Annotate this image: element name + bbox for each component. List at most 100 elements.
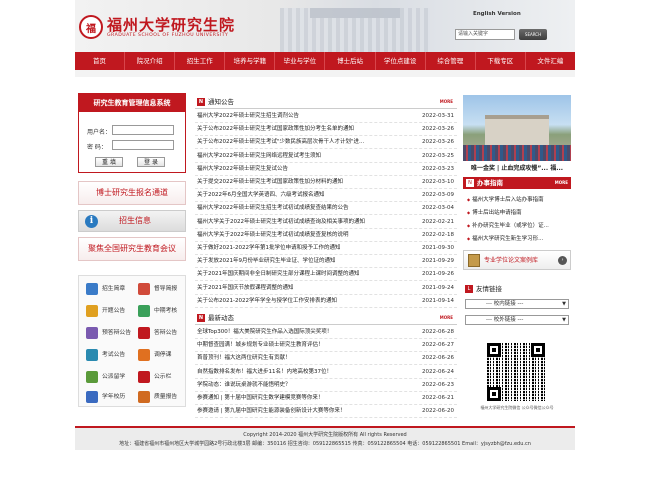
news-date: 2022-06-23 — [422, 381, 454, 388]
news-row[interactable]: 全球Top300！福大美院研究生作品入选国际顶尖奖项！ 2022-06-28 — [195, 326, 457, 339]
quick-link-quality-report[interactable]: 质量报告 — [134, 388, 184, 406]
featured-photo-caption[interactable]: 唯一金奖 | 止血完成攻慢”... 福... — [463, 163, 571, 172]
news-title[interactable]: 自然指数排名发布！福大进步11名！内地高校第37位！ — [197, 366, 409, 379]
notice-row[interactable]: 关于做好2021-2022学年第1批学位申请和授予工作的通知 2021-09-30 — [195, 242, 457, 255]
quick-link-public-notice[interactable]: 公示栏 — [134, 368, 184, 386]
notice-title[interactable]: 福州大学2022年硕士研究生复试公告 — [197, 163, 409, 176]
nav-item-discipline[interactable]: 学位点建设 — [376, 52, 426, 70]
quick-link-defense[interactable]: 答辩公告 — [134, 324, 184, 342]
external-links-select[interactable]: --- 校外链接 --- ▼ — [465, 315, 569, 325]
office-guide-item[interactable]: 博士后出站申请指南 — [467, 206, 569, 219]
site-logo-title[interactable]: 福州大学研究生院 — [107, 14, 235, 35]
notice-row[interactable]: 福州大学2022年硕士研究生招生考试初试成绩复查结果的公告 2022-03-04 — [195, 202, 457, 216]
quick-link-proposal[interactable]: 开题公告 — [82, 302, 132, 320]
nav-item-download[interactable]: 下载专区 — [476, 52, 526, 70]
notice-row[interactable]: 福州大学2022年硕士研究生网络远程复试考生须知 2022-03-25 — [195, 150, 457, 163]
internal-links-select[interactable]: --- 校内链接 --- ▼ — [465, 299, 569, 309]
username-field[interactable] — [112, 125, 174, 135]
quick-link-supervision-report[interactable]: 督导简报 — [134, 280, 184, 298]
notice-date: 2022-03-26 — [422, 126, 454, 133]
nav-item-management[interactable]: 综合管理 — [426, 52, 476, 70]
notice-title[interactable]: 关于做好2021-2022学年第1批学位申请和授予工作的通知 — [197, 242, 409, 255]
notice-row[interactable]: 福州大学关于2022年硕士研究生考试初试成绩复查复核的说明 2022-02-18 — [195, 229, 457, 242]
password-field[interactable] — [112, 140, 174, 150]
notice-row[interactable]: 福州大学关于2022年硕士研究生考试初试成绩查询及相关事项的通知 2022-02-… — [195, 216, 457, 229]
news-row[interactable]: 学院动态：谁说玩桌游就不能悟明史？ 2022-06-23 — [195, 379, 457, 392]
chart-icon — [138, 391, 150, 403]
quick-link-pre-defense[interactable]: 预答辩公告 — [82, 324, 132, 342]
quick-link-exam[interactable]: 考试公告 — [82, 346, 132, 364]
notice-title[interactable]: 福州大学2022年硕士研究生招生调剂公告 — [197, 110, 409, 123]
news-row[interactable]: 中期督查园满！城乡规划专业硕士研究生教育评估！ 2022-06-27 — [195, 339, 457, 353]
office-guide-item[interactable]: 福州大学研究生新生学习形... — [467, 232, 569, 245]
university-seal-icon[interactable]: 福 — [79, 15, 103, 39]
nav-item-postdoc[interactable]: 博士后站 — [325, 52, 376, 70]
chevron-down-icon: ▼ — [562, 301, 566, 307]
featured-photo[interactable] — [463, 95, 571, 161]
news-row[interactable]: 自然指数排名发布！福大进步11名！内地高校第37位！ 2022-06-24 — [195, 366, 457, 379]
notices-more-link[interactable]: MORE — [440, 95, 453, 109]
notice-title[interactable]: 关于提交2022年硕士研究生考试国家政策性加分材料的通知 — [197, 176, 409, 189]
search-input[interactable]: 请输入关键字 — [455, 29, 515, 40]
info-icon: i — [85, 215, 98, 228]
quick-link-study-abroad[interactable]: 公派留学 — [82, 368, 132, 386]
quick-link-class-change[interactable]: 调停课 — [134, 346, 184, 364]
notice-row[interactable]: 关于公布2021-2022学年学全与授学位工作安排表的通知 2021-09-14 — [195, 295, 457, 308]
quick-link-admission-brochure[interactable]: 招生简章 — [82, 280, 132, 298]
office-guide-item[interactable]: 福州大学博士后入站办事指南 — [467, 193, 569, 206]
news-title[interactable]: 中期督查园满！城乡规划专业硕士研究生教育评估！ — [197, 339, 409, 352]
news-row[interactable]: 参赛邀请 | 第九届中国研究生能源装备创新设计大赛等你来！ 2022-06-20 — [195, 405, 457, 419]
news-row[interactable]: 首普顶刊！福大这两位研究生有贡献！ 2022-06-26 — [195, 352, 457, 366]
case-database-banner[interactable]: 专业学位论文案例库 › — [463, 250, 571, 270]
conference-banner[interactable]: 聚焦全国研究生教育会议 — [78, 237, 186, 261]
notice-title[interactable]: 关于公布2022年硕士研究生考试国家政策性加分考生名单的通知 — [197, 123, 409, 136]
news-title[interactable]: 学院动态：谁说玩桌游就不能悟明史？ — [197, 379, 409, 392]
notice-title[interactable]: 关于公布2021-2022学年学全与授学位工作安排表的通知 — [197, 295, 409, 308]
office-guide-more-link[interactable]: MORE — [555, 177, 568, 189]
notice-title[interactable]: 福州大学关于2022年硕士研究生考试初试成绩复查复核的说明 — [197, 229, 409, 242]
notice-title[interactable]: 福州大学关于2022年硕士研究生考试初试成绩查询及相关事项的通知 — [197, 216, 409, 229]
notice-row[interactable]: 关于发放2021年9月份毕业研究生毕业证、学位证的通知 2021-09-29 — [195, 255, 457, 269]
news-more-link[interactable]: MORE — [440, 311, 453, 325]
reset-button[interactable]: 重 填 — [95, 157, 123, 167]
news-date: 2022-06-28 — [422, 329, 454, 335]
quick-link-midterm[interactable]: 中期考核 — [134, 302, 184, 320]
notice-row[interactable]: 关于公布2022年硕士研究生考试国家政策性加分考生名单的通知 2022-03-26 — [195, 123, 457, 137]
notice-row[interactable]: 关于2022年6月全国大学英语四、六级考试报名通知 2022-03-09 — [195, 189, 457, 203]
notice-title[interactable]: 福州大学2022年硕士研究生招生考试初试成绩复查结果的公告 — [197, 202, 409, 215]
nav-item-admission[interactable]: 招生工作 — [175, 52, 226, 70]
office-guide-item[interactable]: 补办研究生毕业（或学位）证... — [467, 219, 569, 232]
notice-title[interactable]: 关于公布2022年硕士研究生考试"少数民族高层次骨干人才计划"进... — [197, 136, 409, 149]
notice-row[interactable]: 关于2021年国庆节放假课程调整的通知 2021-09-24 — [195, 282, 457, 295]
notice-date: 2022-03-09 — [422, 192, 454, 199]
notice-row[interactable]: 福州大学2022年硕士研究生招生调剂公告 2022-03-31 — [195, 110, 457, 123]
nav-item-degree[interactable]: 毕业与学位 — [275, 52, 326, 70]
news-title[interactable]: 全球Top300！福大美院研究生作品入选国际顶尖奖项！ — [197, 326, 409, 339]
news-title[interactable]: 参赛邀请 | 第九届中国研究生能源装备创新设计大赛等你来！ — [197, 405, 409, 418]
bulletin-icon — [138, 371, 150, 383]
nav-item-about[interactable]: 院况介绍 — [125, 52, 176, 70]
nav-item-documents[interactable]: 文件汇编 — [526, 52, 575, 70]
login-button[interactable]: 登 录 — [137, 157, 165, 167]
quick-link-calendar[interactable]: 学年校历 — [82, 388, 132, 406]
notice-row[interactable]: 福州大学2022年硕士研究生复试公告 2022-03-23 — [195, 163, 457, 176]
notice-title[interactable]: 关于2021年国庆节放假课程调整的通知 — [197, 282, 409, 295]
news-row[interactable]: 参赛通知 | 第十届中国研究生数学建模竞赛等你来！ 2022-06-21 — [195, 392, 457, 405]
notice-title[interactable]: 关于2021年国庆期间非全日制研究生部分课程上课时间调整的通知 — [197, 268, 409, 281]
notice-title[interactable]: 关于发放2021年9月份毕业研究生毕业证、学位证的通知 — [197, 255, 409, 268]
phd-registration-banner[interactable]: 博士研究生报名通道 — [78, 181, 186, 205]
search-button[interactable]: SEARCH — [519, 29, 547, 40]
nav-item-training[interactable]: 培养与学籍 — [225, 52, 276, 70]
notice-row[interactable]: 关于公布2022年硕士研究生考试"少数民族高层次骨干人才计划"进... 2022-… — [195, 136, 457, 150]
quick-link-label: 公示栏 — [154, 374, 172, 380]
nav-item-home[interactable]: 首页 — [75, 52, 126, 70]
notice-row[interactable]: 关于提交2022年硕士研究生考试国家政策性加分材料的通知 2022-03-10 — [195, 176, 457, 189]
admission-info-banner[interactable]: i 招生信息 — [78, 210, 186, 232]
notice-title[interactable]: 关于2022年6月全国大学英语四、六级考试报名通知 — [197, 189, 409, 202]
news-title[interactable]: 参赛通知 | 第十届中国研究生数学建模竞赛等你来！ — [197, 392, 409, 405]
news-date: 2022-06-21 — [422, 395, 454, 401]
notice-title[interactable]: 福州大学2022年硕士研究生网络远程复试考生须知 — [197, 150, 409, 163]
notice-row[interactable]: 关于2021年国庆期间非全日制研究生部分课程上课时间调整的通知 2021-09-2… — [195, 268, 457, 282]
english-version-link[interactable]: English Version — [473, 11, 521, 17]
news-title[interactable]: 首普顶刊！福大这两位研究生有贡献！ — [197, 352, 409, 365]
